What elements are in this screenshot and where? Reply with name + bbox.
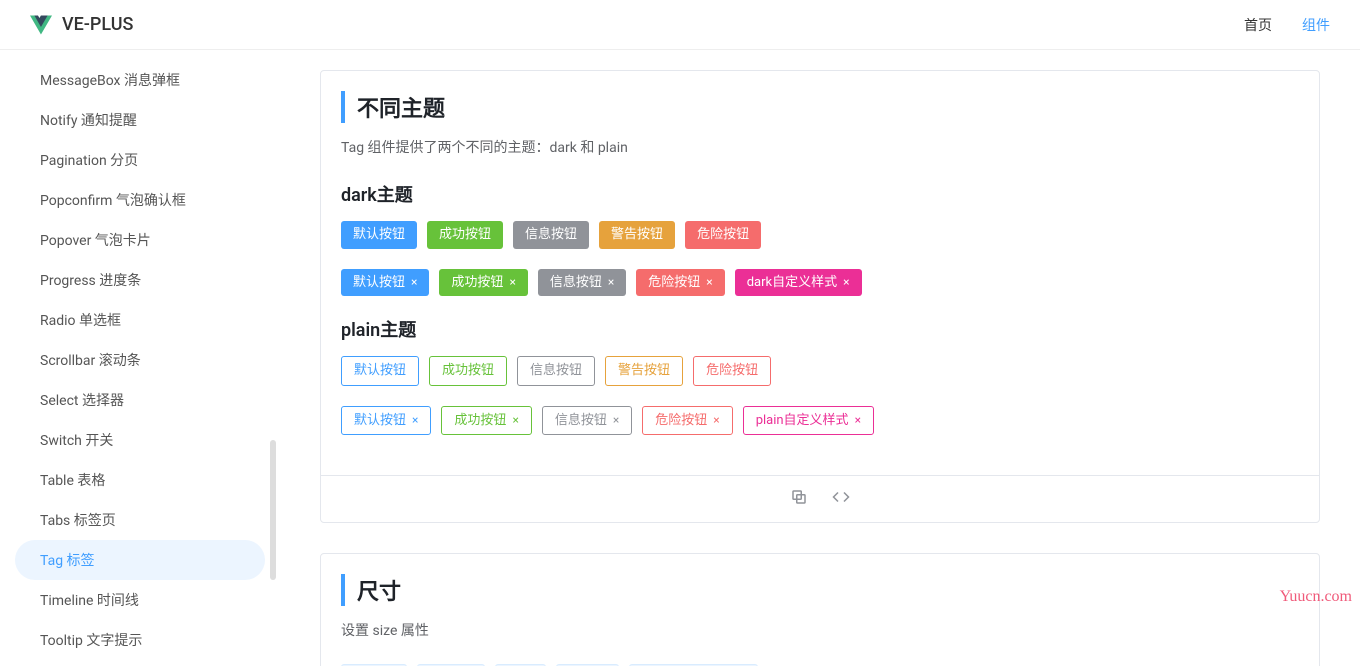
top-nav: 首页 组件 bbox=[1244, 15, 1330, 35]
sidebar-item-10[interactable]: Table 表格 bbox=[0, 460, 280, 500]
close-icon[interactable]: × bbox=[509, 276, 515, 288]
logo[interactable]: VE-PLUS bbox=[30, 14, 133, 36]
themes-title: 不同主题 bbox=[341, 91, 1299, 123]
sidebar-item-7[interactable]: Scrollbar 滚动条 bbox=[0, 340, 280, 380]
sidebar-item-13[interactable]: Timeline 时间线 bbox=[0, 580, 280, 620]
close-icon[interactable]: × bbox=[608, 276, 614, 288]
dark-row-1: 默认按钮 成功按钮 信息按钮 警告按钮 危险按钮 bbox=[341, 221, 1299, 249]
nav-home[interactable]: 首页 bbox=[1244, 15, 1272, 35]
sidebar-item-2[interactable]: Pagination 分页 bbox=[0, 140, 280, 180]
tag-dark-success-closable[interactable]: 成功按钮× bbox=[439, 269, 527, 297]
tag-dark-warning[interactable]: 警告按钮 bbox=[599, 221, 675, 249]
tag-plain-danger-closable[interactable]: 危险按钮× bbox=[642, 406, 732, 436]
close-icon[interactable]: × bbox=[855, 414, 861, 426]
close-icon[interactable]: × bbox=[512, 414, 518, 426]
tag-dark-danger[interactable]: 危险按钮 bbox=[685, 221, 761, 249]
sidebar-item-14[interactable]: Tooltip 文字提示 bbox=[0, 620, 280, 660]
tag-dark-custom-closable[interactable]: dark自定义样式× bbox=[735, 269, 862, 297]
main-content: 不同主题 Tag 组件提供了两个不同的主题：dark 和 plain dark主… bbox=[280, 50, 1360, 666]
close-icon[interactable]: × bbox=[713, 414, 719, 426]
sidebar-item-11[interactable]: Tabs 标签页 bbox=[0, 500, 280, 540]
tag-plain-success-closable[interactable]: 成功按钮× bbox=[441, 406, 531, 436]
close-icon[interactable]: × bbox=[843, 276, 849, 288]
sizes-title: 尺寸 bbox=[341, 574, 1299, 606]
sidebar-item-0[interactable]: MessageBox 消息弹框 bbox=[0, 60, 280, 100]
tag-dark-danger-closable[interactable]: 危险按钮× bbox=[636, 269, 724, 297]
plain-row-2: 默认按钮× 成功按钮× 信息按钮× 危险按钮× plain自定义样式× bbox=[341, 406, 1299, 436]
plain-row-1: 默认按钮 成功按钮 信息按钮 警告按钮 危险按钮 bbox=[341, 356, 1299, 386]
tag-plain-success[interactable]: 成功按钮 bbox=[429, 356, 507, 386]
header: VE-PLUS 首页 组件 bbox=[0, 0, 1360, 50]
copy-icon[interactable] bbox=[790, 488, 808, 510]
sidebar-item-5[interactable]: Progress 进度条 bbox=[0, 260, 280, 300]
vue-logo-icon bbox=[30, 14, 52, 36]
nav-components[interactable]: 组件 bbox=[1302, 15, 1330, 35]
sidebar-item-12[interactable]: Tag 标签 bbox=[15, 540, 265, 580]
close-icon[interactable]: × bbox=[706, 276, 712, 288]
tag-dark-default[interactable]: 默认按钮 bbox=[341, 221, 417, 249]
sidebar-item-6[interactable]: Radio 单选框 bbox=[0, 300, 280, 340]
code-icon[interactable] bbox=[832, 488, 850, 510]
tag-dark-success[interactable]: 成功按钮 bbox=[427, 221, 503, 249]
tag-plain-warning[interactable]: 警告按钮 bbox=[605, 356, 683, 386]
brand-text: VE-PLUS bbox=[62, 14, 133, 35]
sidebar-item-3[interactable]: Popconfirm 气泡确认框 bbox=[0, 180, 280, 220]
watermark: Yuucn.com bbox=[1280, 588, 1352, 606]
themes-desc: Tag 组件提供了两个不同的主题：dark 和 plain bbox=[341, 137, 1299, 157]
dark-row-2: 默认按钮× 成功按钮× 信息按钮× 危险按钮× dark自定义样式× bbox=[341, 269, 1299, 297]
sidebar: MessageBox 消息弹框Notify 通知提醒Pagination 分页P… bbox=[0, 50, 280, 666]
tag-plain-default-closable[interactable]: 默认按钮× bbox=[341, 406, 431, 436]
tag-plain-info[interactable]: 信息按钮 bbox=[517, 356, 595, 386]
sizes-desc: 设置 size 属性 bbox=[341, 620, 1299, 640]
sidebar-item-4[interactable]: Popover 气泡卡片 bbox=[0, 220, 280, 260]
sizes-card: 尺寸 设置 size 属性 default large small small×… bbox=[320, 553, 1320, 666]
sidebar-item-9[interactable]: Switch 开关 bbox=[0, 420, 280, 460]
tag-dark-default-closable[interactable]: 默认按钮× bbox=[341, 269, 429, 297]
tag-dark-info[interactable]: 信息按钮 bbox=[513, 221, 589, 249]
themes-card: 不同主题 Tag 组件提供了两个不同的主题：dark 和 plain dark主… bbox=[320, 70, 1320, 523]
tag-plain-info-closable[interactable]: 信息按钮× bbox=[542, 406, 632, 436]
plain-theme-title: plain主题 bbox=[341, 316, 1299, 342]
close-icon[interactable]: × bbox=[411, 276, 417, 288]
tag-plain-danger[interactable]: 危险按钮 bbox=[693, 356, 771, 386]
close-icon[interactable]: × bbox=[412, 414, 418, 426]
tag-plain-custom-closable[interactable]: plain自定义样式× bbox=[743, 406, 874, 436]
close-icon[interactable]: × bbox=[613, 414, 619, 426]
card-toolbar bbox=[321, 475, 1319, 522]
dark-theme-title: dark主题 bbox=[341, 181, 1299, 207]
sidebar-item-8[interactable]: Select 选择器 bbox=[0, 380, 280, 420]
sidebar-item-1[interactable]: Notify 通知提醒 bbox=[0, 100, 280, 140]
tag-plain-default[interactable]: 默认按钮 bbox=[341, 356, 419, 386]
sidebar-scrollbar[interactable] bbox=[270, 440, 276, 580]
tag-dark-info-closable[interactable]: 信息按钮× bbox=[538, 269, 626, 297]
